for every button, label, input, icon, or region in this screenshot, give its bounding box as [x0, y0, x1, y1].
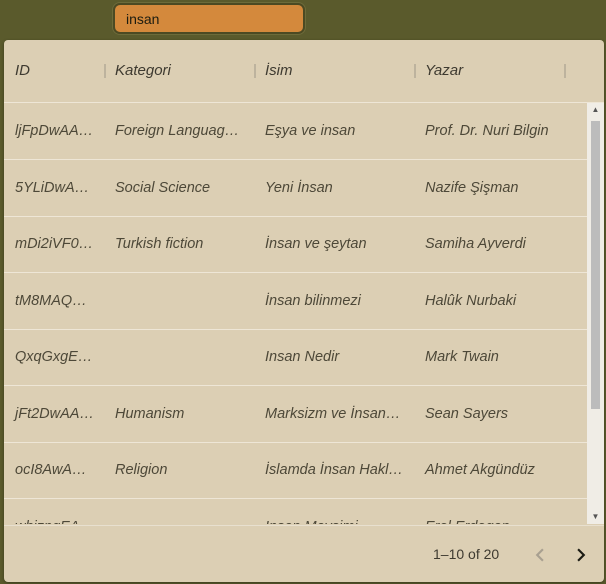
data-grid: ID Kategori İsim Yazar ljFpDwAAQBAJ Forei… [4, 40, 604, 582]
column-header-yazar[interactable]: Yazar [414, 40, 564, 102]
table-row[interactable]: ocI8AwAAQBAJ Religion İslamda İnsan Haklar… [4, 442, 587, 499]
column-header-isim[interactable]: İsim [254, 40, 414, 102]
table-row[interactable]: ljFpDwAAQBAJ Foreign Language Study Eşya v… [4, 103, 587, 160]
table-row[interactable]: mDi2iVF08ZoC Turkish fiction İnsan ve şeyt… [4, 216, 587, 273]
cell-id: mDi2iVF08ZoC [15, 236, 94, 252]
cell-isim: Yeni İnsan [265, 179, 333, 196]
cell-kategori [104, 273, 244, 329]
cell-id: ocI8AwAAQBAJ [15, 462, 94, 478]
table-row[interactable]: wbizngEACAAJ Insan Mevsimi Erol Erdogan [4, 499, 587, 525]
scrollbar-thumb[interactable] [591, 121, 600, 409]
table-row[interactable]: 5YLiDwAAQBAJ Social Science Yeni İnsan Nazi… [4, 160, 587, 217]
grid-footer: 1–10 of 20 [4, 525, 604, 582]
cell-yazar: Sean Sayers [425, 405, 509, 422]
cell-isim: Marksizm ve İnsan Doğası [265, 405, 404, 422]
cell-isim: İnsan bilinmezi [265, 292, 361, 309]
cell-isim: Insan Nedir [265, 349, 340, 365]
cell-kategori: Religion [115, 462, 168, 478]
cell-isim: Insan Mevsimi [254, 499, 404, 525]
table-row[interactable]: jFt2DwAAQBAJ Humanism Marksizm ve İnsan Do… [4, 386, 587, 443]
cell-yazar: Prof. Dr. Nuri Bilgin [425, 123, 549, 139]
cell-kategori [104, 499, 244, 525]
previous-page-button[interactable] [527, 542, 553, 568]
search-input[interactable] [115, 5, 303, 32]
cell-kategori: Foreign Language Study [115, 123, 244, 139]
cell-yazar: Mark Twain [425, 349, 499, 365]
cell-id: wbizngEACAAJ [4, 499, 94, 525]
column-header-id[interactable]: ID [4, 40, 105, 102]
next-page-button[interactable] [568, 542, 594, 568]
search-box[interactable] [113, 3, 305, 34]
cell-yazar: Nazife Şişman [425, 179, 519, 196]
cell-isim: İslamda İnsan Hakları [265, 462, 404, 478]
column-header-kategori[interactable]: Kategori [104, 40, 254, 102]
cell-kategori: Humanism [115, 405, 185, 422]
chevron-right-icon [577, 548, 586, 562]
table-row[interactable]: QxqGxgEACAAJ Insan Nedir Mark Twain [4, 329, 587, 386]
cell-id: QxqGxgEACAAJ [15, 349, 94, 365]
column-separator[interactable] [564, 64, 566, 78]
cell-kategori [104, 329, 244, 385]
chevron-left-icon [535, 548, 544, 562]
cell-yazar: Halûk Nurbaki [425, 292, 517, 309]
grid-header: ID Kategori İsim Yazar [4, 40, 604, 103]
cell-isim: İnsan ve şeytan [265, 236, 367, 252]
cell-id: 5YLiDwAAQBAJ [15, 179, 94, 196]
cell-id: jFt2DwAAQBAJ [15, 405, 94, 422]
cell-kategori: Turkish fiction [115, 236, 204, 252]
cell-yazar: Erol Erdogan [414, 499, 564, 525]
pagination-range: 1–10 of 20 [433, 546, 500, 562]
arrow-down-icon[interactable]: ▼ [587, 510, 604, 524]
cell-yazar: Ahmet Akgündüz [425, 462, 535, 478]
cell-isim: Eşya ve insan [265, 123, 356, 139]
vertical-scrollbar[interactable]: ▲ ▼ [587, 103, 604, 524]
cell-id: ljFpDwAAQBAJ [15, 123, 94, 139]
grid-body: ljFpDwAAQBAJ Foreign Language Study Eşya v… [4, 103, 587, 524]
cell-kategori: Social Science [115, 179, 211, 196]
table-row[interactable]: tM8MAQAAIAAJ İnsan bilinmezi Halûk Nurbaki [4, 273, 587, 330]
cell-id: tM8MAQAAIAAJ [15, 292, 94, 309]
arrow-up-icon[interactable]: ▲ [587, 103, 604, 117]
cell-yazar: Samiha Ayverdi [425, 236, 526, 252]
